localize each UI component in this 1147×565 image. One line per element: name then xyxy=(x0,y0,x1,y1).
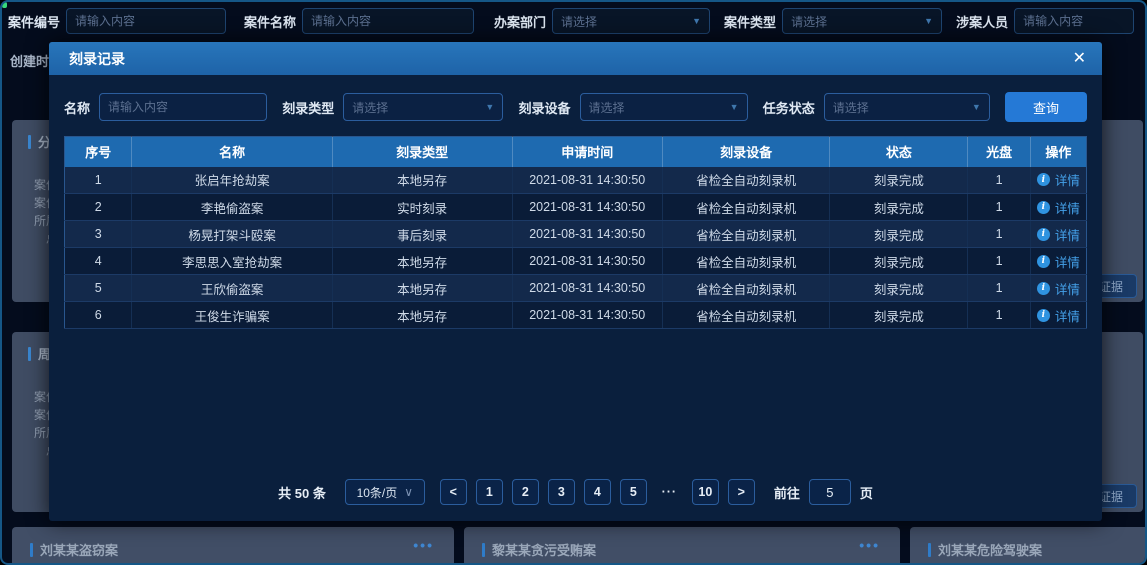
detail-link[interactable]: i详情 xyxy=(1037,170,1080,189)
chevron-down-icon: ▼ xyxy=(924,17,933,26)
detail-link[interactable]: i详情 xyxy=(1037,198,1080,217)
chevron-down-icon: ∨ xyxy=(404,486,413,498)
task-status-filter-label: 任务状态 xyxy=(763,98,815,117)
col-burn-device: 刻录设备 xyxy=(662,137,830,167)
col-name: 名称 xyxy=(132,137,332,167)
name-filter-input[interactable] xyxy=(99,93,267,121)
corner-indicator xyxy=(2,2,7,8)
case-number-input[interactable] xyxy=(66,8,226,34)
chevron-down-icon: ▼ xyxy=(692,17,701,26)
close-icon[interactable]: ✕ xyxy=(1073,51,1086,67)
col-action: 操作 xyxy=(1030,137,1086,167)
case-name-label: 案件名称 xyxy=(244,12,296,31)
next-page-button[interactable]: > xyxy=(728,479,755,505)
burn-records-table: 序号 名称 刻录类型 申请时间 刻录设备 状态 光盘 操作 1 张启年抢劫案 本 xyxy=(64,136,1087,329)
accent-bar xyxy=(28,347,31,361)
col-index: 序号 xyxy=(65,137,132,167)
department-select[interactable]: 请选择 ▼ xyxy=(552,8,710,34)
case-type-label: 案件类型 xyxy=(724,12,776,31)
info-icon: i xyxy=(1037,173,1050,186)
chevron-down-icon: ▼ xyxy=(485,103,494,112)
case-card: 刘某某盗窃案 ••• xyxy=(12,527,454,565)
case-search-bar: 案件编号 案件名称 办案部门 请选择 ▼ 案件类型 请选择 ▼ 涉案人员 xyxy=(2,2,1145,40)
case-card-title: 黎某某贪污受贿案 xyxy=(492,540,596,559)
more-menu-icon[interactable]: ••• xyxy=(413,537,434,553)
detail-link[interactable]: i详情 xyxy=(1037,306,1080,325)
pagination-bar: 共 50 条 10条/页 ∨ < 1 2 3 4 5 ··· 10 > 前往 页 xyxy=(49,479,1102,505)
query-button[interactable]: 查询 xyxy=(1005,92,1087,122)
case-card-title: 刘某某盗窃案 xyxy=(40,540,118,559)
info-icon: i xyxy=(1037,201,1050,214)
dialog-body: 名称 刻录类型 请选择 ▼ 刻录设备 请选择 ▼ xyxy=(49,75,1102,521)
page-button-1[interactable]: 1 xyxy=(476,479,503,505)
accent-bar xyxy=(482,543,485,557)
page-size-select[interactable]: 10条/页 ∨ xyxy=(345,479,425,505)
info-icon: i xyxy=(1037,255,1050,268)
more-menu-icon[interactable]: ••• xyxy=(859,537,880,553)
info-icon: i xyxy=(1037,309,1050,322)
page-button-2[interactable]: 2 xyxy=(512,479,539,505)
case-card: 刘某某危险驾驶案 xyxy=(910,527,1147,565)
prev-page-button[interactable]: < xyxy=(440,479,467,505)
burn-type-select[interactable]: 请选择 ▼ xyxy=(343,93,503,121)
page-button-10[interactable]: 10 xyxy=(692,479,719,505)
case-card: 黎某某贪污受贿案 ••• xyxy=(464,527,900,565)
case-number-label: 案件编号 xyxy=(8,12,60,31)
detail-link[interactable]: i详情 xyxy=(1037,279,1080,298)
col-disc: 光盘 xyxy=(968,137,1030,167)
table-row: 1 张启年抢劫案 本地另存 2021-08-31 14:30:50 省检全自动刻… xyxy=(65,167,1087,194)
dialog-title: 刻录记录 xyxy=(69,49,125,69)
dialog-titlebar: 刻录记录 ✕ xyxy=(49,42,1102,75)
case-type-select[interactable]: 请选择 ▼ xyxy=(782,8,942,34)
detail-link[interactable]: i详情 xyxy=(1037,252,1080,271)
name-filter-label: 名称 xyxy=(64,98,90,117)
chevron-down-icon: ▼ xyxy=(972,103,981,112)
accent-bar xyxy=(928,543,931,557)
page-button-5[interactable]: 5 xyxy=(620,479,647,505)
col-status: 状态 xyxy=(830,137,968,167)
personnel-input[interactable] xyxy=(1014,8,1134,34)
table-row: 4 李思思入室抢劫案 本地另存 2021-08-31 14:30:50 省检全自… xyxy=(65,248,1087,275)
goto-page-input[interactable] xyxy=(809,479,851,505)
burn-device-select[interactable]: 请选择 ▼ xyxy=(580,93,748,121)
page-button-4[interactable]: 4 xyxy=(584,479,611,505)
goto-label: 前往 xyxy=(774,483,800,502)
total-count-label: 共 50 条 xyxy=(278,483,326,502)
info-icon: i xyxy=(1037,228,1050,241)
burn-records-dialog: 刻录记录 ✕ 名称 刻录类型 请选择 ▼ 刻录设备 xyxy=(49,42,1102,521)
case-name-input[interactable] xyxy=(302,8,474,34)
case-card-title: 刘某某危险驾驶案 xyxy=(938,540,1042,559)
detail-link[interactable]: i详情 xyxy=(1037,225,1080,244)
app-window: 案件编号 案件名称 办案部门 请选择 ▼ 案件类型 请选择 ▼ 涉案人员 创建时… xyxy=(0,0,1147,565)
table-header-row: 序号 名称 刻录类型 申请时间 刻录设备 状态 光盘 操作 xyxy=(65,137,1087,167)
table-row: 3 杨晃打架斗殴案 事后刻录 2021-08-31 14:30:50 省检全自动… xyxy=(65,221,1087,248)
task-status-select[interactable]: 请选择 ▼ xyxy=(824,93,990,121)
more-pages-icon[interactable]: ··· xyxy=(656,479,683,505)
department-label: 办案部门 xyxy=(494,12,546,31)
col-apply-time: 申请时间 xyxy=(512,137,662,167)
table-row: 2 李艳偷盗案 实时刻录 2021-08-31 14:30:50 省检全自动刻录… xyxy=(65,194,1087,221)
page-button-3[interactable]: 3 xyxy=(548,479,575,505)
info-icon: i xyxy=(1037,282,1050,295)
personnel-label: 涉案人员 xyxy=(956,12,1008,31)
accent-bar xyxy=(30,543,33,557)
bottom-case-cards: 刘某某盗窃案 ••• 黎某某贪污受贿案 ••• 刘某某危险驾驶案 xyxy=(2,527,1145,565)
table-row: 5 王欣偷盗案 本地另存 2021-08-31 14:30:50 省检全自动刻录… xyxy=(65,275,1087,302)
accent-bar xyxy=(28,135,31,149)
burn-device-filter-label: 刻录设备 xyxy=(519,98,571,117)
page-unit-label: 页 xyxy=(860,483,873,502)
chevron-down-icon: ▼ xyxy=(730,103,739,112)
table-row: 6 王俊生诈骗案 本地另存 2021-08-31 14:30:50 省检全自动刻… xyxy=(65,302,1087,329)
burn-type-filter-label: 刻录类型 xyxy=(282,98,334,117)
filter-row: 名称 刻录类型 请选择 ▼ 刻录设备 请选择 ▼ xyxy=(64,92,1087,122)
col-burn-type: 刻录类型 xyxy=(332,137,512,167)
